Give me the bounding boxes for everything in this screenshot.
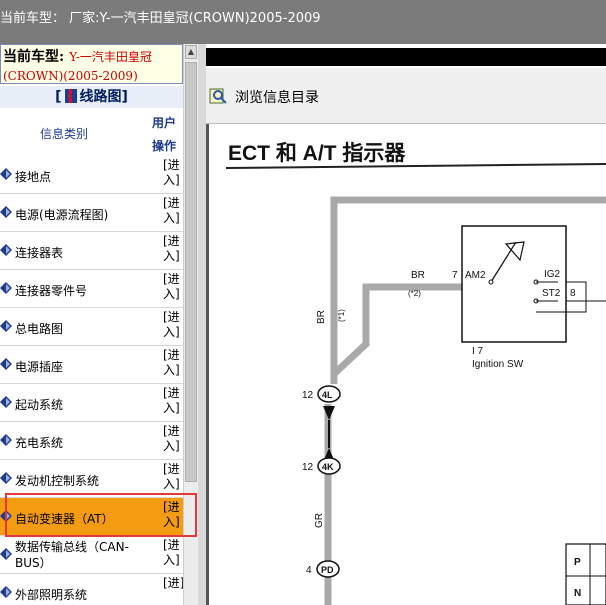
wiring-title: 线路图 [79, 89, 122, 105]
diamond-bullet-icon [0, 206, 12, 218]
enter-link[interactable]: [进入] [163, 386, 183, 416]
wire-br-sub: (*2) [408, 289, 421, 298]
diamond-bullet-icon [0, 282, 12, 294]
list-item[interactable]: 起动系统 [进入] [0, 384, 183, 422]
label-ig2: IG2 [544, 269, 561, 280]
header-ops-line1: 用户 [152, 116, 177, 130]
enter-link[interactable]: [进入] [163, 158, 183, 188]
enter-link[interactable]: [进] [163, 576, 184, 591]
list-header: 信息类别 用户 操作 [0, 108, 183, 156]
right-top-bar [206, 48, 606, 66]
wiring-diagram: ECT 和 A/T 指示器 BR (*2) 7 AM2 IG2 ST2 8 I … [206, 124, 606, 605]
scroll-up-arrow-icon[interactable]: ▲ [185, 45, 197, 59]
list-item[interactable]: 数据传输总线（CAN-BUS） [进入] [0, 536, 183, 574]
titlebar-text: 当前车型： 厂家:Y-一汽丰田皇冠(CROWN)2005-2009 [0, 11, 321, 26]
diamond-bullet-icon [0, 396, 12, 408]
wiring-diagram-heading: [线路图] [0, 86, 183, 108]
conn-4k-number: 12 [302, 462, 314, 473]
part-name: Ignition SW [472, 359, 524, 370]
selection-highlight-box [5, 493, 197, 537]
table-p: P [574, 557, 581, 568]
category-list: 接地点 [进入] 电源(电源流程图) [进入] 连接器表 [进入] 连接器零件号 [进入] 总电… [0, 156, 184, 605]
current-model-box: 当前车型: Y-一汽丰田皇冠(CROWN)(2005-2009) [0, 44, 183, 84]
pin-7: 7 [452, 270, 458, 281]
wire-br: BR [411, 270, 425, 281]
wire-br-vertical: BR [316, 310, 327, 324]
conn-4k: 4K [322, 462, 334, 472]
list-item-label[interactable]: 电源(电源流程图) [15, 206, 108, 223]
enter-link[interactable]: [进入] [163, 310, 183, 340]
conn-pd-number: 4 [306, 565, 312, 576]
wire-gr: GR [314, 513, 325, 528]
right-toolbar: 浏览信息目录 [206, 68, 606, 124]
list-item-label[interactable]: 电源插座 [15, 358, 63, 375]
list-item[interactable]: 接地点 [进入] [0, 156, 183, 194]
list-item-label[interactable]: 连接器零件号 [15, 282, 87, 299]
book-icon [64, 89, 77, 103]
browse-catalog-button[interactable]: 浏览信息目录 [235, 87, 319, 107]
diamond-bullet-icon [0, 548, 12, 560]
list-item-label[interactable]: 起动系统 [15, 396, 63, 413]
list-item-label[interactable]: 连接器表 [15, 244, 63, 261]
list-item-label[interactable]: 充电系统 [15, 434, 63, 451]
list-item-label[interactable]: 发动机控制系统 [15, 472, 99, 489]
diamond-bullet-icon [0, 358, 12, 370]
list-item[interactable]: 电源插座 [进入] [0, 346, 183, 384]
model-label: 当前车型: [3, 49, 65, 65]
list-item-label[interactable]: 数据传输总线（CAN-BUS） [15, 539, 147, 571]
diagram-svg: ECT 和 A/T 指示器 BR (*2) 7 AM2 IG2 ST2 8 I … [225, 142, 606, 605]
list-item-label[interactable]: 接地点 [15, 168, 51, 185]
header-ops-line2: 操作 [152, 139, 177, 153]
list-item[interactable]: 连接器零件号 [进入] [0, 270, 183, 308]
diamond-bullet-icon [0, 320, 12, 332]
enter-link[interactable]: [进入] [163, 272, 183, 302]
wire-br-vertical-sub: (*1) [337, 309, 346, 322]
conn-pd: PD [321, 565, 334, 575]
part-id: I 7 [472, 346, 484, 357]
enter-link[interactable]: [进入] [163, 424, 183, 454]
list-item[interactable]: 连接器表 [进入] [0, 232, 183, 270]
list-item-label[interactable]: 外部照明系统 [15, 586, 87, 603]
enter-link[interactable]: [进入] [163, 234, 183, 264]
conn-4l: 4L [322, 390, 333, 400]
list-item-label[interactable]: 总电路图 [15, 320, 63, 337]
enter-link[interactable]: [进入] [163, 462, 183, 492]
diagram-title: ECT 和 A/T 指示器 [228, 142, 406, 165]
label-am2: AM2 [465, 270, 486, 281]
enter-link[interactable]: [进入] [163, 538, 183, 568]
panel-divider[interactable] [198, 44, 206, 605]
right-panel: 浏览信息目录 ECT 和 A/T 指示器 BR (*2) 7 AM2 IG2 S… [206, 44, 606, 605]
diamond-bullet-icon [0, 434, 12, 446]
scroll-thumb[interactable] [185, 62, 197, 482]
list-item[interactable]: 电源(电源流程图) [进入] [0, 194, 183, 232]
list-item[interactable]: 总电路图 [进入] [0, 308, 183, 346]
diamond-bullet-icon [0, 168, 12, 180]
list-item[interactable]: 充电系统 [进入] [0, 422, 183, 460]
browse-catalog-icon[interactable] [209, 87, 227, 105]
diamond-bullet-icon [0, 586, 12, 598]
table-n: N [574, 588, 581, 599]
app-titlebar: 当前车型： 厂家:Y-一汽丰田皇冠(CROWN)2005-2009 [0, 0, 606, 44]
label-st2: ST2 [542, 288, 561, 299]
diamond-bullet-icon [0, 472, 12, 484]
enter-link[interactable]: [进入] [163, 348, 183, 378]
pin-8: 8 [570, 288, 576, 299]
enter-link[interactable]: [进入] [163, 196, 183, 226]
list-item[interactable]: 外部照明系统 [进] [0, 574, 184, 605]
conn-4l-number: 12 [302, 390, 314, 401]
diamond-bullet-icon [0, 244, 12, 256]
header-category: 信息类别 [40, 127, 89, 141]
